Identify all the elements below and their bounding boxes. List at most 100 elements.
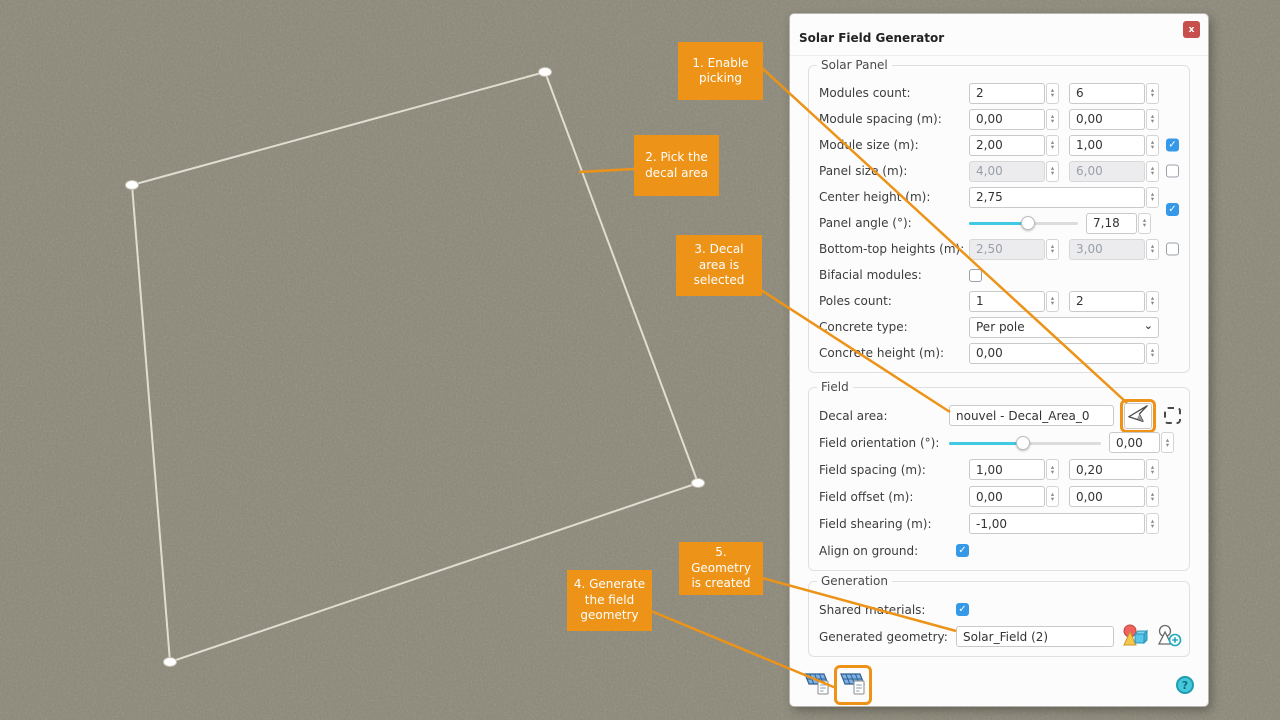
spinner-down-icon[interactable]: ▾ [1151,249,1154,254]
dialog-titlebar[interactable]: Solar Field Generator x [790,14,1208,56]
spinner-down-icon[interactable]: ▾ [1051,249,1054,254]
modules-count-input-2[interactable]: 6 [1069,83,1145,104]
module-size-m-checkbox[interactable]: ✓ [1166,139,1179,152]
poles-count-input-2[interactable]: 2 [1069,291,1145,312]
spinner-down-icon[interactable]: ▾ [1166,443,1169,448]
generate-field-button[interactable] [802,669,832,701]
bottom-top-heights-m-input-2[interactable]: 3,00 [1069,239,1145,260]
marquee-selection-icon[interactable] [1164,407,1181,424]
spinner-buttons[interactable]: ▴▾ [1046,486,1059,507]
modules-count-controls: 2▴▾6▴▾ [969,80,1179,106]
spinner-down-icon[interactable]: ▾ [1051,470,1054,475]
generated-geometry-input[interactable]: Solar_Field (2) [956,626,1114,647]
poles-count-input-1[interactable]: 1 [969,291,1045,312]
center-height-m-input[interactable]: 2,75 [969,187,1145,208]
spinner-down-icon[interactable]: ▾ [1151,171,1154,176]
spinner-buttons[interactable]: ▴▾ [1146,459,1159,480]
concrete-height-m-input[interactable]: 0,00 [969,343,1145,364]
spinner-buttons[interactable]: ▴▾ [1146,135,1159,156]
help-button[interactable]: ? [1176,676,1194,694]
decal-corner-dot[interactable] [126,181,139,190]
generate-field-highlight [834,665,872,705]
spinner-buttons[interactable]: ▴▾ [1138,213,1151,234]
spinner-down-icon[interactable]: ▾ [1151,93,1154,98]
group-label-field: Field [817,380,853,394]
spinner-buttons[interactable]: ▴▾ [1161,432,1174,453]
slider-thumb[interactable] [1016,436,1030,450]
decal-area-input[interactable]: nouvel - Decal_Area_0 [949,405,1114,426]
spinner-buttons[interactable]: ▴▾ [1146,239,1159,260]
spinner-down-icon[interactable]: ▾ [1151,301,1154,306]
spinner-down-icon[interactable]: ▾ [1151,197,1154,202]
spinner-buttons[interactable]: ▴▾ [1046,459,1059,480]
spinner-down-icon[interactable]: ▾ [1143,223,1146,228]
bottom-top-heights-m-label: Bottom-top heights (m): [819,242,969,256]
bottom-top-heights-m-checkbox[interactable] [1166,243,1179,256]
field-spacing-m-input-1[interactable]: 1,00 [969,459,1045,480]
align-on-ground-checkbox[interactable]: ✓ [956,544,969,557]
module-spacing-m-input-1[interactable]: 0,00 [969,109,1045,130]
scene-objects-button[interactable] [1122,623,1148,651]
spinner-buttons[interactable]: ▴▾ [1146,486,1159,507]
spinner-down-icon[interactable]: ▾ [1151,145,1154,150]
module-size-m-input-1[interactable]: 2,00 [969,135,1045,156]
spinner-down-icon[interactable]: ▾ [1051,171,1054,176]
modules-count-input-1[interactable]: 2 [969,83,1045,104]
panel-size-m-input-2[interactable]: 6,00 [1069,161,1145,182]
spinner-down-icon[interactable]: ▾ [1151,119,1154,124]
spinner-down-icon[interactable]: ▾ [1151,497,1154,502]
spinner-down-icon[interactable]: ▾ [1051,301,1054,306]
decal-corner-dot[interactable] [539,68,552,77]
spinner-buttons[interactable]: ▴▾ [1146,83,1159,104]
spinner-buttons[interactable]: ▴▾ [1146,291,1159,312]
panel-size-m-checkbox[interactable] [1166,165,1179,178]
spinner-down-icon[interactable]: ▾ [1151,524,1154,529]
center-height-m-controls: 2,75▴▾✓ [969,184,1179,210]
panel-size-m-input-1[interactable]: 4,00 [969,161,1045,182]
spinner-buttons[interactable]: ▴▾ [1146,187,1159,208]
callout-3: 3. Decal area is selected [676,235,762,296]
decal-corner-dot[interactable] [692,479,705,488]
row-panel-angle: Panel angle (°):7,18▴▾ [819,210,1179,236]
field-spacing-m-controls: 1,00▴▾0,20▴▾ [969,456,1179,483]
add-geometry-button[interactable] [1156,623,1182,651]
module-spacing-m-label: Module spacing (m): [819,112,969,126]
module-spacing-m-input-2[interactable]: 0,00 [1069,109,1145,130]
field-shearing-m-input[interactable]: -1,00 [969,513,1145,534]
panel-angle-slider[interactable] [969,216,1078,230]
spinner-down-icon[interactable]: ▾ [1151,353,1154,358]
field-orientation-input[interactable]: 0,00 [1109,432,1160,453]
spinner-buttons[interactable]: ▴▾ [1046,135,1059,156]
close-button[interactable]: x [1183,21,1200,38]
concrete-type-select[interactable]: Per pole⌄ [969,317,1159,338]
spinner-down-icon[interactable]: ▾ [1051,119,1054,124]
spinner-down-icon[interactable]: ▾ [1051,93,1054,98]
field-spacing-m-input-2[interactable]: 0,20 [1069,459,1145,480]
spinner-down-icon[interactable]: ▾ [1151,470,1154,475]
row-module-size-m: Module size (m):2,00▴▾1,00▴▾✓ [819,132,1179,158]
spinner-buttons[interactable]: ▴▾ [1146,513,1159,534]
pick-decal-area-button[interactable] [1124,403,1152,429]
spinner-buttons[interactable]: ▴▾ [1146,109,1159,130]
field-orientation-slider[interactable] [949,436,1101,450]
spinner-buttons[interactable]: ▴▾ [1046,161,1059,182]
decal-corner-dot[interactable] [164,658,177,667]
slider-thumb[interactable] [1021,216,1035,230]
spinner-buttons[interactable]: ▴▾ [1046,291,1059,312]
spinner-buttons[interactable]: ▴▾ [1146,161,1159,182]
module-size-m-input-2[interactable]: 1,00 [1069,135,1145,156]
spinner-down-icon[interactable]: ▾ [1051,145,1054,150]
panel-angle-input[interactable]: 7,18 [1086,213,1137,234]
generate-new-field-button[interactable] [838,669,868,701]
spinner-buttons[interactable]: ▴▾ [1046,109,1059,130]
field-offset-m-input-1[interactable]: 0,00 [969,486,1045,507]
shared-materials-checkbox[interactable]: ✓ [956,603,969,616]
spinner-down-icon[interactable]: ▾ [1051,497,1054,502]
spinner-buttons[interactable]: ▴▾ [1146,343,1159,364]
row-field-shearing-m: Field shearing (m):-1,00▴▾ [819,510,1179,537]
spinner-buttons[interactable]: ▴▾ [1046,239,1059,260]
bottom-top-heights-m-input-1[interactable]: 2,50 [969,239,1045,260]
field-offset-m-input-2[interactable]: 0,00 [1069,486,1145,507]
spinner-buttons[interactable]: ▴▾ [1046,83,1059,104]
bifacial-modules-checkbox[interactable] [969,269,982,282]
